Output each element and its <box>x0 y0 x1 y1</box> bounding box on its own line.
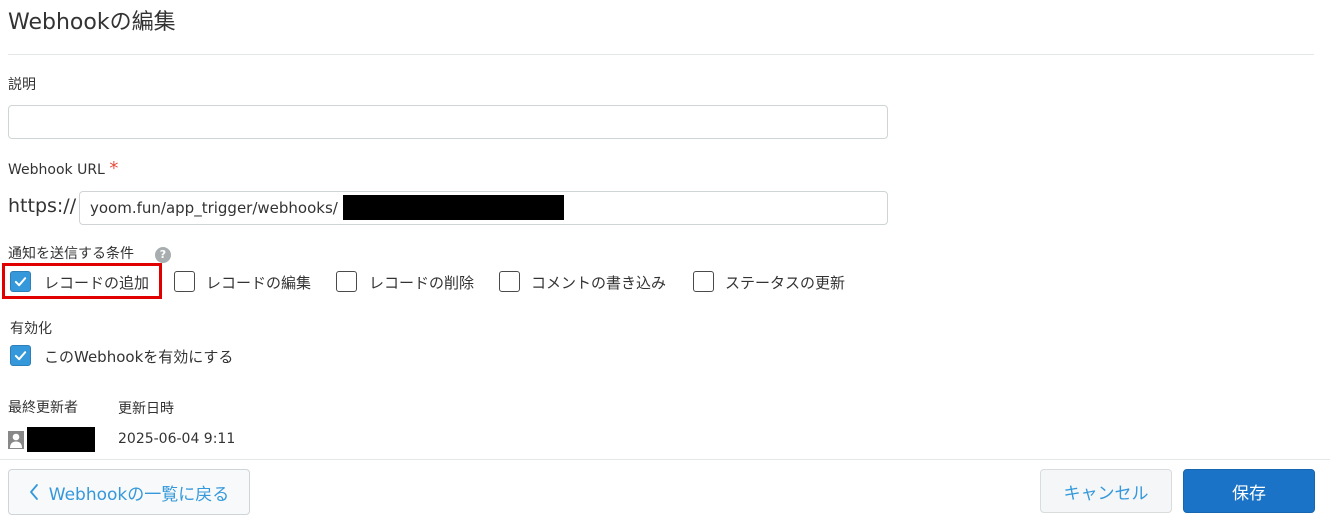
checkbox-record-delete[interactable] <box>336 271 357 292</box>
check-icon <box>14 277 27 287</box>
webhook-url-label-text: Webhook URL <box>8 162 105 178</box>
checkbox-label-comment: コメントの書き込み <box>531 274 667 292</box>
redacted-username <box>27 427 95 452</box>
help-icon[interactable]: ? <box>155 247 171 263</box>
header-divider <box>8 54 1314 55</box>
enabled-label: 有効化 <box>10 321 52 337</box>
updated-at-value: 2025-06-04 9:11 <box>118 431 236 447</box>
description-input[interactable] <box>8 105 888 139</box>
webhook-url-label: Webhook URL * <box>8 158 118 179</box>
chevron-left-icon <box>29 484 38 500</box>
last-updated-by-label: 最終更新者 <box>8 400 78 416</box>
checkbox-label-record-edit: レコードの編集 <box>206 274 312 292</box>
cancel-button[interactable]: キャンセル <box>1040 469 1172 513</box>
checkbox-label-record-delete: レコードの削除 <box>369 274 475 292</box>
page-title: Webhookの編集 <box>8 10 176 35</box>
back-to-list-button[interactable]: Webhookの一覧に戻る <box>8 469 250 515</box>
checkbox-label-record-add: レコードの追加 <box>44 274 150 292</box>
checkbox-label-enable-webhook: このWebhookを有効にする <box>44 348 234 366</box>
conditions-label: 通知を送信する条件 <box>8 246 134 262</box>
checkbox-enable-webhook[interactable] <box>10 345 31 366</box>
checkbox-label-status: ステータスの更新 <box>725 274 846 292</box>
required-mark: * <box>109 158 119 179</box>
footer-divider <box>0 459 1330 460</box>
checkbox-record-edit[interactable] <box>174 271 195 292</box>
save-button[interactable]: 保存 <box>1183 469 1315 513</box>
checkbox-status[interactable] <box>693 271 714 292</box>
checkbox-comment[interactable] <box>499 271 520 292</box>
url-prefix: https:// <box>8 195 77 217</box>
description-label: 説明 <box>8 77 36 93</box>
updated-at-label: 更新日時 <box>118 401 174 417</box>
check-icon <box>14 351 27 361</box>
checkbox-record-add[interactable] <box>10 271 31 292</box>
redacted-url-token <box>343 195 564 220</box>
user-icon <box>8 431 24 449</box>
back-button-label: Webhookの一覧に戻る <box>48 484 230 505</box>
